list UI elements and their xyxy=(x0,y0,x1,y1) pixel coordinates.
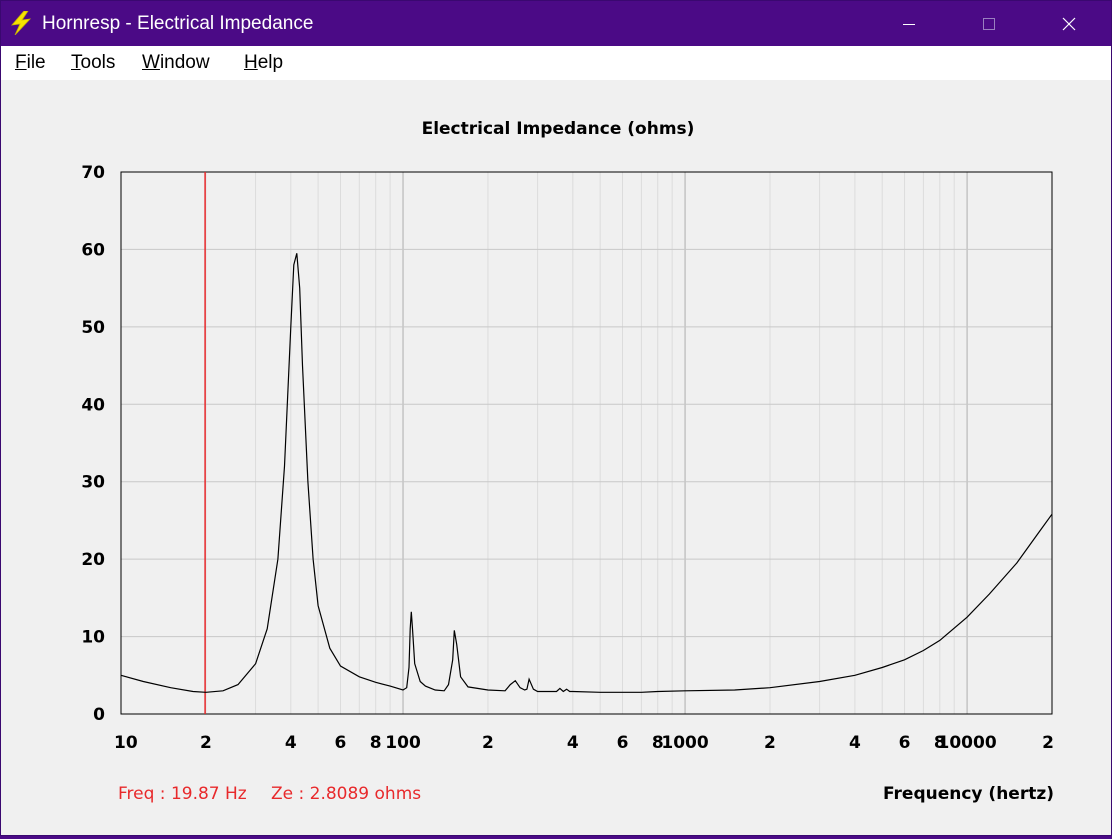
lightning-bolt-icon xyxy=(11,11,32,35)
close-icon xyxy=(1062,17,1076,30)
menu-window-label: indow xyxy=(159,52,210,73)
maximize-icon xyxy=(983,17,995,30)
x-tick-label: 1000 xyxy=(661,733,708,753)
app-window: Hornresp - Electrical Impedance File Too… xyxy=(0,0,1112,836)
menu-file-accel: F xyxy=(15,52,27,73)
menu-tools-accel: T xyxy=(71,52,81,73)
impedance-chart[interactable]: Electrical Impedance (ohms) 0 10 20 30 40 50 6… xyxy=(1,80,1111,835)
x-tick-label: 6 xyxy=(617,733,629,753)
close-button[interactable] xyxy=(1039,1,1099,46)
y-tick-label: 10 xyxy=(81,628,105,648)
y-tick-label: 60 xyxy=(81,240,105,260)
x-tick-label: 2 xyxy=(1042,733,1054,753)
y-tick-label: 0 xyxy=(93,705,105,725)
x-tick-label: 2 xyxy=(482,733,494,753)
window-title: Hornresp - Electrical Impedance xyxy=(42,13,314,34)
x-tick-label: 2 xyxy=(200,733,212,753)
y-tick-label: 20 xyxy=(81,550,105,570)
y-axis-ticks: 0 10 20 30 40 50 60 70 xyxy=(81,163,105,725)
ze-readout: Ze : 2.8089 ohms xyxy=(271,784,421,804)
minimize-button[interactable] xyxy=(879,1,939,46)
x-axis-ticks: 10 2 4 6 8 100 2 4 6 81000 2 4 6 810000 2 xyxy=(114,733,1054,753)
x-tick-label: 6 xyxy=(899,733,911,753)
x-tick-label: 6 xyxy=(335,733,347,753)
minimize-icon xyxy=(903,23,915,25)
client-area: Electrical Impedance (ohms) 0 10 20 30 40 50 6… xyxy=(1,80,1111,835)
menu-help-label: elp xyxy=(257,52,284,73)
freq-readout: Freq : 19.87 Hz xyxy=(118,784,247,804)
x-tick-label: 4 xyxy=(849,733,861,753)
impedance-trace xyxy=(120,253,1053,693)
menu-help[interactable]: Help xyxy=(244,52,283,74)
menu-bar: File Tools Window Help xyxy=(1,46,1111,80)
title-bar[interactable]: Hornresp - Electrical Impedance xyxy=(1,1,1111,46)
menu-file[interactable]: File xyxy=(15,52,46,74)
menu-window[interactable]: Window xyxy=(142,52,210,74)
menu-window-accel: W xyxy=(142,52,160,73)
x-tick-label: 10000 xyxy=(938,733,997,753)
y-tick-label: 30 xyxy=(81,473,105,493)
plot-area[interactable] xyxy=(120,171,1053,715)
x-axis-label: Frequency (hertz) xyxy=(883,784,1054,804)
grid xyxy=(121,172,1053,714)
maximize-button[interactable] xyxy=(959,1,1019,46)
x-tick-label: 10 xyxy=(114,733,138,753)
y-tick-label: 70 xyxy=(81,163,105,183)
x-tick-label: 4 xyxy=(567,733,579,753)
menu-tools[interactable]: Tools xyxy=(71,52,115,74)
x-tick-label: 4 xyxy=(285,733,297,753)
x-tick-label: 2 xyxy=(764,733,776,753)
y-tick-label: 40 xyxy=(81,395,105,415)
x-tick-label: 100 xyxy=(385,733,421,753)
chart-title: Electrical Impedance (ohms) xyxy=(422,119,695,139)
x-tick-label: 8 xyxy=(370,733,382,753)
menu-file-label: ile xyxy=(26,52,46,73)
y-tick-label: 50 xyxy=(81,318,105,338)
menu-help-accel: H xyxy=(244,52,258,73)
menu-tools-label: ools xyxy=(80,52,116,73)
